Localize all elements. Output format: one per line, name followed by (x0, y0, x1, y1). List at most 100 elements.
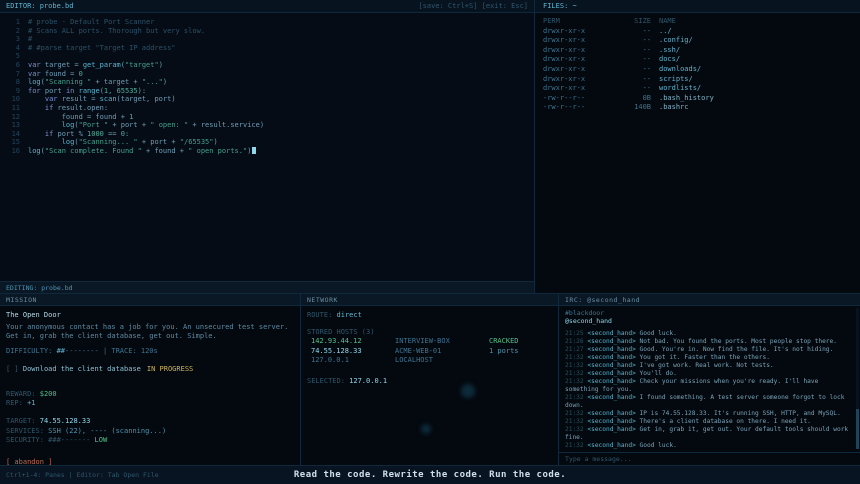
chat-scrollbar-thumb[interactable] (856, 409, 859, 449)
file-row[interactable]: -rw-r--r--140B.bashrc (543, 103, 852, 113)
files-header-bar: FILES: ~ (535, 0, 860, 12)
code-line[interactable]: 13 log("Port " + port + " open: " + resu… (4, 121, 534, 130)
selected-host: 127.0.0.1 (349, 377, 387, 385)
chat-message: 21:32 <second_hand> IP is 74.55.128.33. … (565, 410, 852, 418)
file-row[interactable]: -rw-r--r--0B.bash_history (543, 94, 852, 104)
code-text: # #parse target "Target IP address" (28, 44, 176, 53)
code-text: # probe - Default Port Scanner (28, 18, 154, 27)
line-number: 13 (4, 121, 20, 130)
file-row[interactable]: drwxr-xr-x--scripts/ (543, 75, 852, 85)
objective-checkbox[interactable]: [ ] (6, 365, 19, 373)
mission-objective[interactable]: [ ] Download the client databaseIN PROGR… (6, 365, 294, 374)
main-area: 1 # probe - Default Port Scanner2# Scans … (0, 13, 860, 293)
line-number: 11 (4, 104, 20, 113)
channel-item[interactable]: @second_hand (565, 317, 854, 325)
editor-header: EDITOR: probe.bd [save: Ctrl+S] [exit: E… (0, 0, 535, 12)
mission-difficulty: DIFFICULTY: ##-------- | TRACE: 120s (6, 347, 294, 356)
chat-message: 21:32 <second_hand> Good luck. (565, 442, 852, 450)
irc-panel-header: IRC: @second_hand (559, 294, 860, 306)
mission-services: SERVICES: SSH (22), ---- (scanning...) (6, 427, 294, 436)
top-bar: EDITOR: probe.bd [save: Ctrl+S] [exit: E… (0, 0, 860, 13)
col-perm: PERM (543, 17, 607, 27)
network-panel-header: NETWORK (301, 294, 558, 306)
editing-label: EDITING: probe.bd (6, 284, 73, 292)
chat-message: 21:32 <second_hand> You'll do. (565, 370, 852, 378)
file-row[interactable]: drwxr-xr-x--docs/ (543, 55, 852, 65)
reward-value: $200 (40, 390, 57, 398)
chat-messages[interactable]: 21:25 <second_hand> Good luck.21:26 <sec… (559, 327, 860, 452)
code-line[interactable]: 5 (4, 52, 534, 61)
line-number: 1 (4, 18, 20, 27)
code-line[interactable]: 10 var result = scan(target, port) (4, 95, 534, 104)
code-line[interactable]: 12 found = found + 1 (4, 113, 534, 122)
services-label: SERVICES: (6, 427, 44, 435)
file-row[interactable]: drwxr-xr-x--.config/ (543, 36, 852, 46)
chat-scrollbar[interactable] (856, 308, 859, 449)
channel-item[interactable]: #blackdoor (565, 309, 854, 317)
mission-panel-header: MISSION (0, 294, 300, 306)
file-row[interactable]: drwxr-xr-x--downloads/ (543, 65, 852, 75)
abandon-button[interactable]: [ abandon ] (6, 458, 294, 465)
text-cursor (252, 147, 256, 154)
status-tagline: Read the code. Rewrite the code. Run the… (294, 470, 566, 480)
code-text: for port in range(1, 65535): (28, 87, 146, 96)
file-row[interactable]: drwxr-xr-x--.ssh/ (543, 46, 852, 56)
code-line[interactable]: 11 if result.open: (4, 104, 534, 113)
line-number: 16 (4, 147, 20, 156)
line-number: 3 (4, 35, 20, 44)
code-line[interactable]: 1 # probe - Default Port Scanner (4, 18, 534, 27)
app-window: EDITOR: probe.bd [save: Ctrl+S] [exit: E… (0, 0, 860, 484)
mission-security: SECURITY: ###------- LOW (6, 436, 294, 445)
chat-input[interactable] (565, 455, 854, 463)
difficulty-bar-empty: -------- (65, 347, 99, 355)
target-ip: 74.55.128.33 (40, 417, 91, 425)
line-number: 8 (4, 78, 20, 87)
status-bar: Ctrl+1-4: Panes | Editor: Tab Open File … (0, 465, 860, 484)
chat-message: 21:32 <second_hand> I've got work. Real … (565, 362, 852, 370)
rep-value: +1 (27, 399, 35, 407)
line-number: 10 (4, 95, 20, 104)
code-line[interactable]: 2# Scans ALL ports. Thorough but very sl… (4, 27, 534, 36)
mission-reward: REWARD: $200 (6, 390, 294, 399)
host-row[interactable]: 142.93.44.12INTERVIEW-BOXCRACKED (311, 337, 552, 347)
host-row[interactable]: 74.55.128.33ACME-WEB-011 ports (311, 347, 552, 357)
network-route: ROUTE: direct (307, 311, 552, 321)
stored-hosts-label: STORED HOSTS (3) (307, 328, 552, 338)
chat-message: 21:32 <second_hand> I found something. A… (565, 394, 852, 410)
code-line[interactable]: 16log("Scan complete. Found " + found + … (4, 147, 534, 156)
code-line[interactable]: 4# #parse target "Target IP address" (4, 44, 534, 53)
code-line[interactable]: 6var target = get_param("target") (4, 61, 534, 70)
files-title: FILES: ~ (543, 2, 577, 10)
col-size: SIZE (615, 17, 651, 27)
code-line[interactable]: 8log("Scanning " + target + "...") (4, 78, 534, 87)
mission-panel-body: The Open Door Your anonymous contact has… (0, 306, 300, 465)
mission-panel: MISSION The Open Door Your anonymous con… (0, 294, 301, 465)
code-line[interactable]: 14 if port % 1000 == 0: (4, 130, 534, 139)
line-number: 5 (4, 52, 20, 61)
code-line[interactable]: 15 log("Scanning... " + port + "/65535") (4, 138, 534, 147)
selected-label: SELECTED: (307, 377, 345, 385)
host-row[interactable]: 127.0.0.1LOCALHOST (311, 356, 552, 366)
line-number: 7 (4, 70, 20, 79)
files-panel: PERM SIZE NAME drwxr-xr-x--../drwxr-xr-x… (535, 13, 860, 293)
code-text: var found = 0 (28, 70, 83, 79)
chat-message: 21:32 <second_hand> Check your missions … (565, 378, 852, 394)
code-line[interactable]: 7 var found = 0 (4, 70, 534, 79)
chat-message: 21:32 <second_hand> There's a client dat… (565, 418, 852, 426)
code-editor[interactable]: 1 # probe - Default Port Scanner2# Scans … (0, 13, 534, 281)
mission-description: Your anonymous contact has a job for you… (6, 323, 294, 341)
code-line[interactable]: 3# (4, 35, 534, 44)
editor-shortcut-hints: [save: Ctrl+S] [exit: Esc] (418, 0, 528, 12)
code-text: found = found + 1 (28, 113, 133, 122)
chat-input-row (559, 452, 860, 465)
code-text: log("Scanning... " + port + "/65535") (28, 138, 218, 147)
file-row[interactable]: drwxr-xr-x--wordlists/ (543, 84, 852, 94)
line-number: 6 (4, 61, 20, 70)
file-row[interactable]: drwxr-xr-x--../ (543, 27, 852, 37)
network-panel: NETWORK ROUTE: direct STORED HOSTS (3) 1… (301, 294, 559, 465)
network-map-dot (421, 424, 431, 434)
mission-target: TARGET: 74.55.128.33 (6, 417, 294, 426)
line-number: 2 (4, 27, 20, 36)
code-line[interactable]: 9for port in range(1, 65535): (4, 87, 534, 96)
host-list: 142.93.44.12INTERVIEW-BOXCRACKED74.55.12… (307, 337, 552, 366)
